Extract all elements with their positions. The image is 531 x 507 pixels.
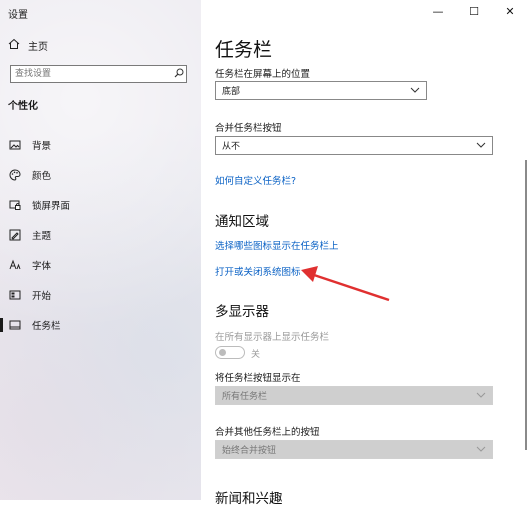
close-icon[interactable]: ✕ [503, 5, 517, 18]
show-all-displays-label: 在所有显示器上显示任务栏 [215, 332, 330, 343]
select-icons-link[interactable]: 选择哪些图标显示在任务栏上 [215, 238, 339, 252]
search-input[interactable] [11, 68, 172, 80]
main-panel: — ☐ ✕ 任务栏 任务栏在屏幕上的位置 底部 合并任务栏按钮 从不 如何自定义… [201, 0, 531, 507]
chevron-down-icon [476, 391, 486, 401]
brush-icon [8, 228, 22, 242]
toggle-state-label: 关 [251, 350, 261, 360]
notification-area-heading: 通知区域 [215, 214, 269, 230]
sidebar-item-fonts[interactable]: 字体 [0, 250, 201, 280]
chevron-down-icon [476, 445, 486, 455]
home-icon [8, 38, 20, 53]
search-icon[interactable] [172, 68, 186, 81]
home-nav-item[interactable]: 主页 [8, 38, 48, 53]
sidebar-item-taskbar[interactable]: 任务栏 [0, 310, 201, 340]
sidebar-item-label: 主题 [32, 231, 52, 242]
position-select[interactable]: 底部 [215, 81, 427, 100]
combine-other-label: 合并其他任务栏上的按钮 [215, 427, 320, 438]
window-controls: — ☐ ✕ [431, 5, 517, 18]
toggle-knob [219, 349, 226, 356]
home-label: 主页 [28, 42, 48, 53]
sidebar-item-label: 任务栏 [32, 321, 61, 332]
position-select-value: 底部 [222, 87, 241, 97]
page-title: 任务栏 [215, 39, 273, 61]
sidebar-item-label: 颜色 [32, 171, 52, 182]
sidebar-item-colors[interactable]: 颜色 [0, 160, 201, 190]
font-icon [8, 258, 22, 272]
combine-select-value: 从不 [222, 142, 241, 152]
combine-other-select-value: 始终合并按钮 [222, 446, 277, 456]
show-all-displays-toggle[interactable] [215, 346, 245, 359]
combine-label: 合并任务栏按钮 [215, 123, 282, 134]
combine-select[interactable]: 从不 [215, 136, 493, 155]
sidebar-item-label: 背景 [32, 141, 52, 152]
sidebar: 设置 主页 个性化 背景 颜色 锁屏界面 [0, 0, 201, 500]
chevron-down-icon [476, 141, 486, 151]
customize-taskbar-link[interactable]: 如何自定义任务栏? [215, 173, 296, 187]
sidebar-item-label: 字体 [32, 261, 52, 272]
chevron-down-icon [410, 86, 420, 96]
start-menu-icon [8, 288, 22, 302]
show-buttons-select[interactable]: 所有任务栏 [215, 386, 493, 405]
window-title: 设置 [8, 10, 28, 21]
taskbar-icon [8, 318, 22, 332]
sidebar-item-themes[interactable]: 主题 [0, 220, 201, 250]
search-box[interactable] [10, 65, 187, 83]
maximize-icon[interactable]: ☐ [467, 5, 481, 18]
sidebar-item-lock-screen[interactable]: 锁屏界面 [0, 190, 201, 220]
sidebar-item-label: 锁屏界面 [32, 201, 71, 212]
scrollbar[interactable] [525, 160, 527, 450]
multi-display-heading: 多显示器 [215, 304, 269, 320]
sidebar-item-background[interactable]: 背景 [0, 130, 201, 160]
lock-screen-icon [8, 198, 22, 212]
system-icons-link[interactable]: 打开或关闭系统图标 [215, 264, 301, 278]
section-title: 个性化 [8, 101, 38, 112]
sidebar-item-label: 开始 [32, 291, 52, 302]
show-buttons-label: 将任务栏按钮显示在 [215, 373, 301, 384]
show-buttons-select-value: 所有任务栏 [222, 392, 268, 402]
position-label: 任务栏在屏幕上的位置 [215, 69, 311, 80]
picture-icon [8, 138, 22, 152]
sidebar-item-start[interactable]: 开始 [0, 280, 201, 310]
annotation-arrow [301, 266, 390, 302]
sidebar-nav: 背景 颜色 锁屏界面 主题 字体 开始 任务栏 [0, 130, 201, 340]
minimize-icon[interactable]: — [431, 5, 445, 18]
palette-icon [8, 168, 22, 182]
news-interests-heading: 新闻和兴趣 [215, 491, 283, 507]
combine-other-select[interactable]: 始终合并按钮 [215, 440, 493, 459]
